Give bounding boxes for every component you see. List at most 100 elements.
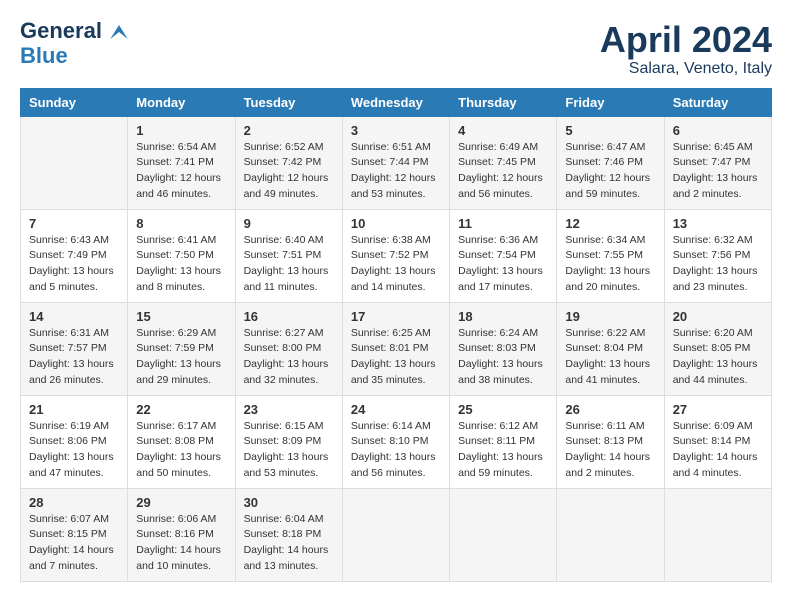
calendar-cell-4-1: 29 Sunrise: 6:06 AMSunset: 8:16 PMDaylig… [128, 488, 235, 581]
day-number: 21 [29, 402, 119, 417]
location-label: Salara, Veneto, Italy [600, 60, 772, 78]
day-info: Sunrise: 6:38 AMSunset: 7:52 PMDaylight:… [351, 233, 441, 296]
calendar-cell-3-4: 25 Sunrise: 6:12 AMSunset: 8:11 PMDaylig… [450, 395, 557, 488]
logo-wordmark: General [20, 20, 128, 43]
calendar-cell-2-3: 17 Sunrise: 6:25 AMSunset: 8:01 PMDaylig… [342, 302, 449, 395]
day-info: Sunrise: 6:25 AMSunset: 8:01 PMDaylight:… [351, 326, 441, 389]
week-row-2: 7 Sunrise: 6:43 AMSunset: 7:49 PMDayligh… [21, 209, 772, 302]
month-title: April 2024 [600, 20, 772, 60]
day-number: 29 [136, 495, 226, 510]
day-number: 26 [565, 402, 655, 417]
day-number: 28 [29, 495, 119, 510]
day-number: 24 [351, 402, 441, 417]
calendar-cell-4-0: 28 Sunrise: 6:07 AMSunset: 8:15 PMDaylig… [21, 488, 128, 581]
day-number: 16 [244, 309, 334, 324]
day-number: 3 [351, 123, 441, 138]
logo: General Blue [20, 20, 128, 69]
calendar-cell-3-1: 22 Sunrise: 6:17 AMSunset: 8:08 PMDaylig… [128, 395, 235, 488]
calendar-cell-4-4 [450, 488, 557, 581]
day-number: 7 [29, 216, 119, 231]
day-info: Sunrise: 6:47 AMSunset: 7:46 PMDaylight:… [565, 140, 655, 203]
day-info: Sunrise: 6:31 AMSunset: 7:57 PMDaylight:… [29, 326, 119, 389]
week-row-4: 21 Sunrise: 6:19 AMSunset: 8:06 PMDaylig… [21, 395, 772, 488]
col-wednesday: Wednesday [342, 88, 449, 116]
day-info: Sunrise: 6:24 AMSunset: 8:03 PMDaylight:… [458, 326, 548, 389]
day-number: 2 [244, 123, 334, 138]
col-friday: Friday [557, 88, 664, 116]
day-number: 6 [673, 123, 763, 138]
calendar-cell-1-5: 12 Sunrise: 6:34 AMSunset: 7:55 PMDaylig… [557, 209, 664, 302]
day-number: 27 [673, 402, 763, 417]
calendar-cell-3-6: 27 Sunrise: 6:09 AMSunset: 8:14 PMDaylig… [664, 395, 771, 488]
day-info: Sunrise: 6:52 AMSunset: 7:42 PMDaylight:… [244, 140, 334, 203]
day-info: Sunrise: 6:07 AMSunset: 8:15 PMDaylight:… [29, 512, 119, 575]
col-sunday: Sunday [21, 88, 128, 116]
calendar-cell-4-6 [664, 488, 771, 581]
day-info: Sunrise: 6:22 AMSunset: 8:04 PMDaylight:… [565, 326, 655, 389]
day-number: 9 [244, 216, 334, 231]
col-tuesday: Tuesday [235, 88, 342, 116]
calendar-cell-0-1: 1 Sunrise: 6:54 AMSunset: 7:41 PMDayligh… [128, 116, 235, 209]
day-info: Sunrise: 6:54 AMSunset: 7:41 PMDaylight:… [136, 140, 226, 203]
calendar-header-row: Sunday Monday Tuesday Wednesday Thursday… [21, 88, 772, 116]
calendar-cell-2-5: 19 Sunrise: 6:22 AMSunset: 8:04 PMDaylig… [557, 302, 664, 395]
calendar-cell-0-3: 3 Sunrise: 6:51 AMSunset: 7:44 PMDayligh… [342, 116, 449, 209]
page-header: General Blue April 2024 Salara, Veneto, … [20, 20, 772, 78]
week-row-1: 1 Sunrise: 6:54 AMSunset: 7:41 PMDayligh… [21, 116, 772, 209]
calendar-cell-0-2: 2 Sunrise: 6:52 AMSunset: 7:42 PMDayligh… [235, 116, 342, 209]
day-info: Sunrise: 6:12 AMSunset: 8:11 PMDaylight:… [458, 419, 548, 482]
day-info: Sunrise: 6:41 AMSunset: 7:50 PMDaylight:… [136, 233, 226, 296]
week-row-5: 28 Sunrise: 6:07 AMSunset: 8:15 PMDaylig… [21, 488, 772, 581]
day-number: 15 [136, 309, 226, 324]
day-number: 13 [673, 216, 763, 231]
day-info: Sunrise: 6:43 AMSunset: 7:49 PMDaylight:… [29, 233, 119, 296]
col-thursday: Thursday [450, 88, 557, 116]
logo-blue-text: Blue [20, 43, 68, 69]
day-info: Sunrise: 6:36 AMSunset: 7:54 PMDaylight:… [458, 233, 548, 296]
day-info: Sunrise: 6:04 AMSunset: 8:18 PMDaylight:… [244, 512, 334, 575]
day-number: 20 [673, 309, 763, 324]
day-info: Sunrise: 6:11 AMSunset: 8:13 PMDaylight:… [565, 419, 655, 482]
calendar-cell-2-1: 15 Sunrise: 6:29 AMSunset: 7:59 PMDaylig… [128, 302, 235, 395]
calendar-cell-3-2: 23 Sunrise: 6:15 AMSunset: 8:09 PMDaylig… [235, 395, 342, 488]
day-info: Sunrise: 6:15 AMSunset: 8:09 PMDaylight:… [244, 419, 334, 482]
day-number: 8 [136, 216, 226, 231]
day-number: 14 [29, 309, 119, 324]
calendar-cell-3-0: 21 Sunrise: 6:19 AMSunset: 8:06 PMDaylig… [21, 395, 128, 488]
day-number: 10 [351, 216, 441, 231]
calendar-cell-0-4: 4 Sunrise: 6:49 AMSunset: 7:45 PMDayligh… [450, 116, 557, 209]
calendar-cell-1-0: 7 Sunrise: 6:43 AMSunset: 7:49 PMDayligh… [21, 209, 128, 302]
col-monday: Monday [128, 88, 235, 116]
day-number: 22 [136, 402, 226, 417]
day-number: 11 [458, 216, 548, 231]
day-info: Sunrise: 6:09 AMSunset: 8:14 PMDaylight:… [673, 419, 763, 482]
day-number: 25 [458, 402, 548, 417]
week-row-3: 14 Sunrise: 6:31 AMSunset: 7:57 PMDaylig… [21, 302, 772, 395]
calendar-cell-2-4: 18 Sunrise: 6:24 AMSunset: 8:03 PMDaylig… [450, 302, 557, 395]
calendar-cell-2-2: 16 Sunrise: 6:27 AMSunset: 8:00 PMDaylig… [235, 302, 342, 395]
calendar-cell-1-6: 13 Sunrise: 6:32 AMSunset: 7:56 PMDaylig… [664, 209, 771, 302]
day-info: Sunrise: 6:14 AMSunset: 8:10 PMDaylight:… [351, 419, 441, 482]
day-info: Sunrise: 6:19 AMSunset: 8:06 PMDaylight:… [29, 419, 119, 482]
day-info: Sunrise: 6:45 AMSunset: 7:47 PMDaylight:… [673, 140, 763, 203]
calendar-cell-4-3 [342, 488, 449, 581]
calendar-cell-4-5 [557, 488, 664, 581]
day-number: 19 [565, 309, 655, 324]
day-info: Sunrise: 6:32 AMSunset: 7:56 PMDaylight:… [673, 233, 763, 296]
day-info: Sunrise: 6:17 AMSunset: 8:08 PMDaylight:… [136, 419, 226, 482]
day-info: Sunrise: 6:29 AMSunset: 7:59 PMDaylight:… [136, 326, 226, 389]
calendar-cell-0-5: 5 Sunrise: 6:47 AMSunset: 7:46 PMDayligh… [557, 116, 664, 209]
calendar-cell-3-5: 26 Sunrise: 6:11 AMSunset: 8:13 PMDaylig… [557, 395, 664, 488]
day-number: 30 [244, 495, 334, 510]
day-info: Sunrise: 6:20 AMSunset: 8:05 PMDaylight:… [673, 326, 763, 389]
day-info: Sunrise: 6:27 AMSunset: 8:00 PMDaylight:… [244, 326, 334, 389]
day-info: Sunrise: 6:49 AMSunset: 7:45 PMDaylight:… [458, 140, 548, 203]
col-saturday: Saturday [664, 88, 771, 116]
calendar-cell-3-3: 24 Sunrise: 6:14 AMSunset: 8:10 PMDaylig… [342, 395, 449, 488]
day-info: Sunrise: 6:34 AMSunset: 7:55 PMDaylight:… [565, 233, 655, 296]
calendar-cell-1-3: 10 Sunrise: 6:38 AMSunset: 7:52 PMDaylig… [342, 209, 449, 302]
calendar-cell-1-4: 11 Sunrise: 6:36 AMSunset: 7:54 PMDaylig… [450, 209, 557, 302]
calendar-cell-2-0: 14 Sunrise: 6:31 AMSunset: 7:57 PMDaylig… [21, 302, 128, 395]
day-number: 4 [458, 123, 548, 138]
calendar-cell-1-2: 9 Sunrise: 6:40 AMSunset: 7:51 PMDayligh… [235, 209, 342, 302]
